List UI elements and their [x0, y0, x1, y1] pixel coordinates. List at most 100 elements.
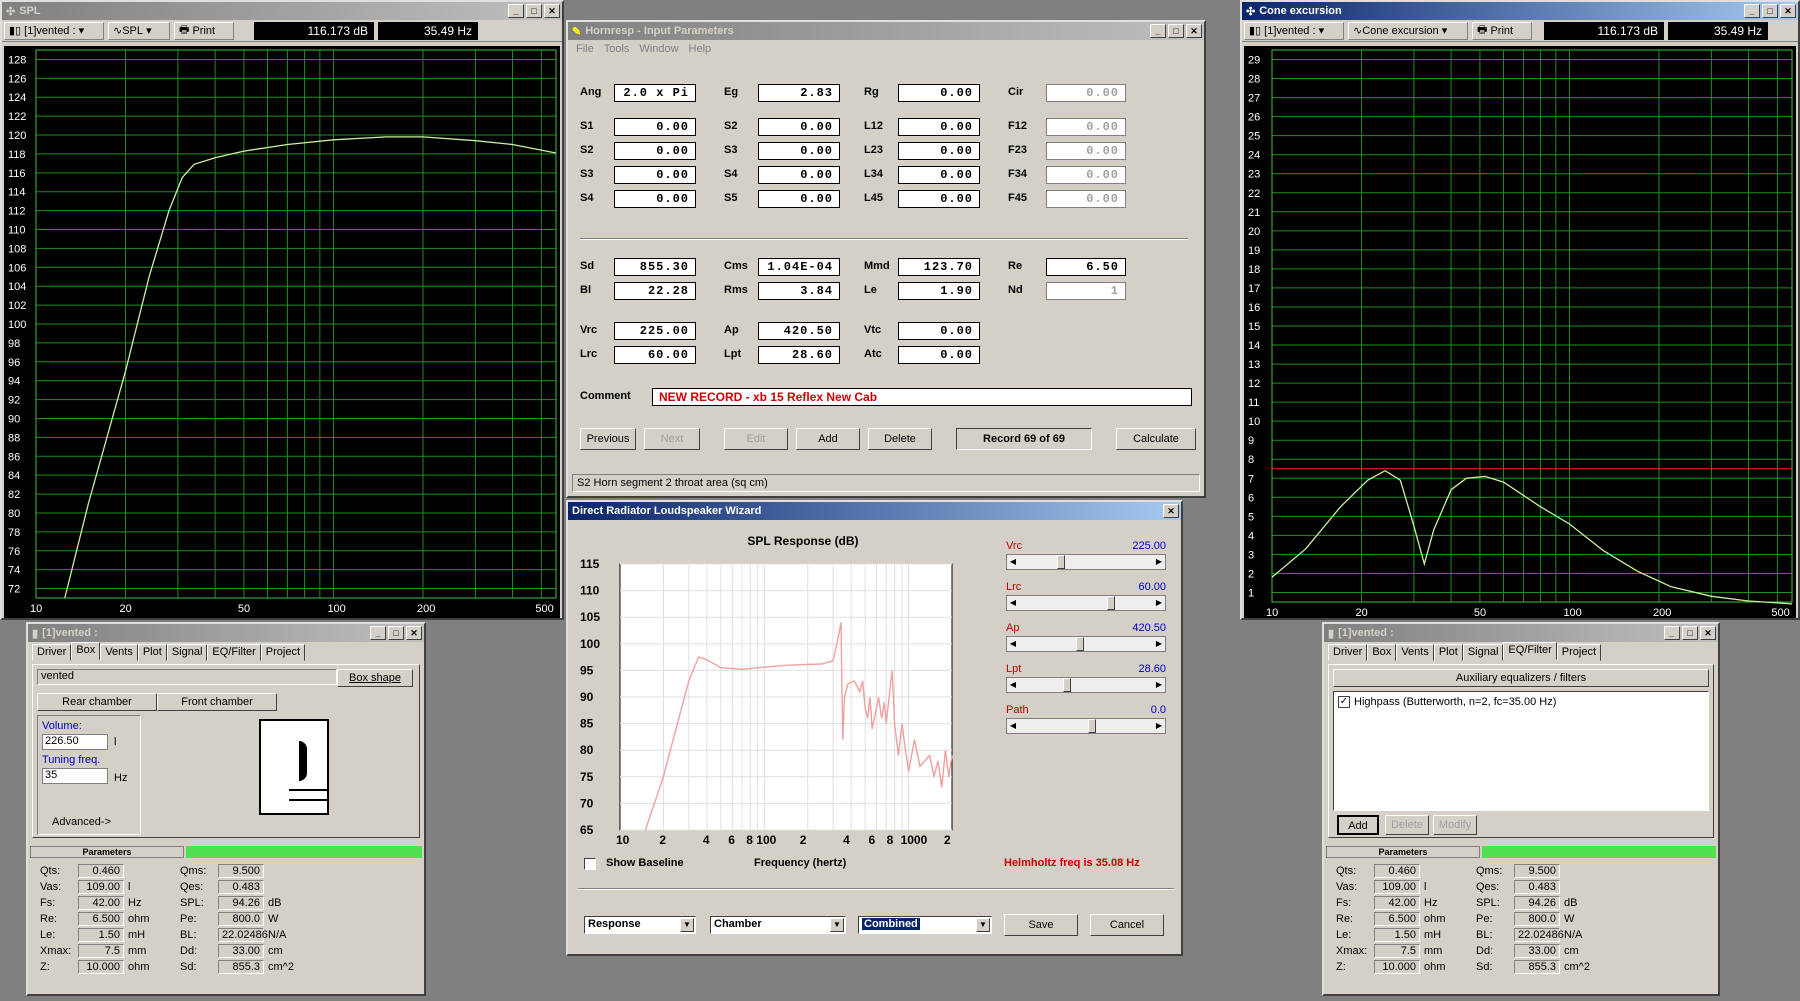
param-field[interactable]: 6.50 — [1046, 258, 1126, 276]
param-field[interactable]: 28.60 — [758, 346, 840, 364]
maximize-button[interactable]: □ — [1762, 4, 1778, 18]
spl-titlebar[interactable]: ✣ SPL _ □ ✕ — [2, 2, 562, 20]
delete-button[interactable]: Delete — [868, 428, 932, 450]
param-field[interactable]: 1.04E-04 — [758, 258, 840, 276]
box-shape-button[interactable]: Box shape — [337, 669, 413, 687]
param-field[interactable]: 22.28 — [614, 282, 696, 300]
tuning-field[interactable]: 35 — [42, 768, 108, 784]
add-button[interactable]: Add — [796, 428, 860, 450]
param-field[interactable]: 0.00 — [898, 190, 980, 208]
param-field[interactable]: 0.00 — [1046, 118, 1126, 136]
add-filter-button[interactable]: Add — [1337, 815, 1379, 835]
param-field[interactable]: 0.00 — [1046, 190, 1126, 208]
param-field[interactable]: 0.00 — [758, 190, 840, 208]
param-field[interactable]: 3.84 — [758, 282, 840, 300]
tab-vents[interactable]: Vents — [1396, 644, 1434, 661]
param-field[interactable]: 0.00 — [614, 118, 696, 136]
slider-vrc[interactable]: ◀ ▶ — [1006, 554, 1166, 570]
param-field[interactable]: 0.00 — [758, 166, 840, 184]
arrow-left-icon[interactable]: ◀ — [1007, 719, 1019, 733]
close-button[interactable]: ✕ — [1780, 4, 1796, 18]
tab-driver[interactable]: Driver — [32, 644, 72, 661]
param-field[interactable]: 0.00 — [614, 190, 696, 208]
record-selector[interactable]: ▮▯ [1]vented : ▾ — [1244, 21, 1344, 40]
box-titlebar[interactable]: ▮ [1]vented : _ □ ✕ — [28, 624, 424, 642]
arrow-right-icon[interactable]: ▶ — [1153, 555, 1165, 569]
param-field[interactable]: 0.00 — [1046, 84, 1126, 102]
close-button[interactable]: ✕ — [1700, 626, 1716, 640]
param-field[interactable]: 2.0 x Pi — [614, 84, 696, 102]
tab-box[interactable]: Box — [71, 642, 101, 660]
slider-path[interactable]: ◀ ▶ — [1006, 718, 1166, 734]
minimize-button[interactable]: _ — [1744, 4, 1760, 18]
param-field[interactable]: 225.00 — [614, 322, 696, 340]
spl-plot[interactable]: 128 126 124 122 120 118 116 114 112 110 108 106 104 1… — [4, 46, 560, 618]
param-field[interactable]: 1 — [1046, 282, 1126, 300]
tab-signal[interactable]: Signal — [1462, 644, 1504, 661]
param-field[interactable]: 0.00 — [898, 142, 980, 160]
param-field[interactable]: 0.00 — [1046, 166, 1126, 184]
slider-lpt[interactable]: ◀ ▶ — [1006, 677, 1166, 693]
minimize-button[interactable]: _ — [370, 626, 386, 640]
list-item[interactable]: ✓ Highpass (Butterworth, n=2, fc=35.00 H… — [1338, 696, 1556, 708]
arrow-right-icon[interactable]: ▶ — [1153, 596, 1165, 610]
arrow-left-icon[interactable]: ◀ — [1007, 678, 1019, 692]
maximize-button[interactable]: □ — [1682, 626, 1698, 640]
arrow-left-icon[interactable]: ◀ — [1007, 555, 1019, 569]
show-baseline-checkbox[interactable] — [584, 858, 596, 870]
close-button[interactable]: ✕ — [406, 626, 422, 640]
tab-driver[interactable]: Driver — [1328, 644, 1368, 661]
tab-plot[interactable]: Plot — [1433, 644, 1463, 661]
param-field[interactable]: 0.00 — [898, 322, 980, 340]
close-button[interactable]: ✕ — [544, 4, 560, 18]
tab-vents[interactable]: Vents — [100, 644, 138, 661]
param-field[interactable]: 0.00 — [898, 346, 980, 364]
print-button[interactable]: 🖶 Print — [174, 21, 234, 40]
arrow-left-icon[interactable]: ◀ — [1007, 596, 1019, 610]
front-chamber-button[interactable]: Front chamber — [157, 693, 277, 711]
mode-selector[interactable]: ∿ Cone excursion ▾ — [1348, 21, 1468, 40]
tab-signal[interactable]: Signal — [166, 644, 208, 661]
tab-plot[interactable]: Plot — [137, 644, 167, 661]
close-button[interactable]: ✕ — [1163, 504, 1179, 518]
param-field[interactable]: 0.00 — [898, 84, 980, 102]
param-field[interactable]: 2.83 — [758, 84, 840, 102]
minimize-button[interactable]: _ — [508, 4, 524, 18]
print-button[interactable]: 🖶 Print — [1472, 21, 1532, 40]
slider-thumb[interactable] — [1063, 678, 1072, 692]
slider-thumb[interactable] — [1056, 555, 1065, 569]
maximize-button[interactable]: □ — [388, 626, 404, 640]
chamber-select[interactable]: Chamber ▼ — [710, 916, 846, 934]
mode-selector[interactable]: ∿ SPL ▾ — [108, 21, 170, 40]
advanced-link[interactable]: Advanced-> — [52, 816, 111, 828]
tab-project[interactable]: Project — [260, 644, 306, 661]
tab-eqfilter[interactable]: EQ/Filter — [1503, 642, 1557, 660]
param-field[interactable]: 60.00 — [614, 346, 696, 364]
slider-ap[interactable]: ◀ ▶ — [1006, 636, 1166, 652]
slider-lrc[interactable]: ◀ ▶ — [1006, 595, 1166, 611]
eq-titlebar[interactable]: ▮ [1]vented : _ □ ✕ — [1324, 624, 1718, 642]
box-name-field[interactable]: vented — [37, 669, 337, 685]
param-field[interactable]: 0.00 — [758, 142, 840, 160]
cancel-button[interactable]: Cancel — [1090, 914, 1164, 936]
combined-select[interactable]: Combined ▼ — [858, 916, 992, 934]
cone-titlebar[interactable]: ✣ Cone excursion _ □ ✕ — [1242, 2, 1798, 20]
modify-filter-button[interactable]: Modify — [1433, 815, 1477, 835]
param-field[interactable]: 1.90 — [898, 282, 980, 300]
checkbox-icon[interactable]: ✓ — [1338, 696, 1350, 708]
param-field[interactable]: 0.00 — [614, 142, 696, 160]
next-button[interactable]: Next — [644, 428, 700, 450]
wizard-titlebar[interactable]: Direct Radiator Loudspeaker Wizard ✕ — [568, 502, 1181, 520]
response-select[interactable]: Response ▼ — [584, 916, 696, 934]
comment-field[interactable]: NEW RECORD - xb 15 Reflex New Cab — [652, 388, 1192, 406]
arrow-right-icon[interactable]: ▶ — [1153, 678, 1165, 692]
maximize-button[interactable]: □ — [526, 4, 542, 18]
tab-box[interactable]: Box — [1367, 644, 1397, 661]
rear-chamber-button[interactable]: Rear chamber — [37, 693, 157, 711]
calculate-button[interactable]: Calculate — [1116, 428, 1196, 450]
arrow-left-icon[interactable]: ◀ — [1007, 637, 1019, 651]
tab-project[interactable]: Project — [1556, 644, 1602, 661]
slider-thumb[interactable] — [1075, 637, 1084, 651]
param-field[interactable]: 0.00 — [898, 118, 980, 136]
edit-button[interactable]: Edit — [724, 428, 788, 450]
